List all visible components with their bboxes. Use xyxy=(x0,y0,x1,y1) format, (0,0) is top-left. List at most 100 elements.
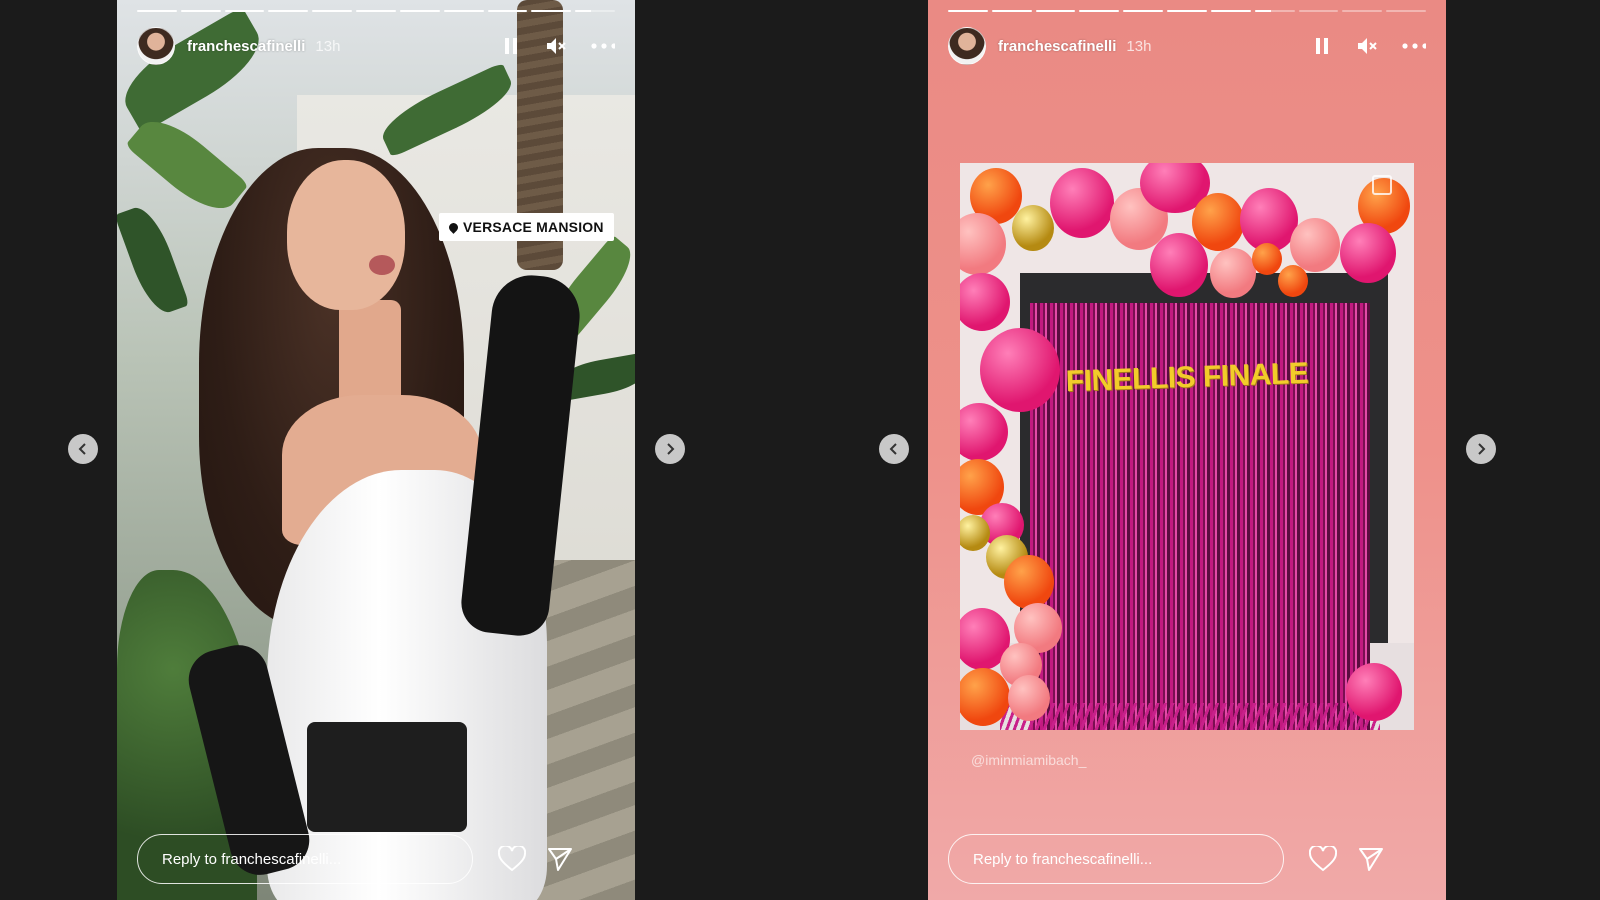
progress-segment xyxy=(1035,10,1076,12)
more-options-button[interactable] xyxy=(591,34,615,58)
progress-segment xyxy=(356,10,396,12)
progress-segment xyxy=(312,10,353,12)
black-clutch xyxy=(307,722,467,832)
pause-button[interactable] xyxy=(499,34,523,58)
progress-segment-fill xyxy=(312,10,353,12)
location-sticker[interactable]: VERSACE MANSION xyxy=(439,213,614,241)
progress-segment xyxy=(1342,10,1383,12)
progress-segment xyxy=(443,10,484,12)
balloon xyxy=(1290,218,1340,272)
progress-segment xyxy=(224,10,265,12)
balloon xyxy=(1012,205,1054,251)
progress-segment xyxy=(948,10,988,12)
mention-text[interactable]: @iminmiamibach_ xyxy=(971,752,1086,768)
share-button[interactable] xyxy=(1354,842,1388,876)
balloon xyxy=(1004,555,1054,609)
story-header: franchescafinelli 13h xyxy=(948,26,1426,66)
mute-button[interactable] xyxy=(545,34,569,58)
previous-story-button[interactable] xyxy=(68,434,98,464)
mute-button[interactable] xyxy=(1356,34,1380,58)
lips xyxy=(369,255,395,275)
progress-segment xyxy=(399,10,440,12)
reply-bar xyxy=(137,832,615,886)
chevron-left-icon xyxy=(78,443,86,455)
progress-segment-fill xyxy=(268,10,309,12)
avatar[interactable] xyxy=(948,27,986,65)
progress-segment-fill xyxy=(531,10,572,12)
progress-segment-fill xyxy=(1210,10,1251,12)
chevron-right-icon xyxy=(1478,443,1486,455)
reply-input[interactable] xyxy=(137,834,473,884)
more-options-button[interactable] xyxy=(1402,34,1426,58)
balloon xyxy=(960,515,990,551)
progress-segment-fill xyxy=(948,10,988,12)
palm-leaf xyxy=(117,201,190,319)
like-button[interactable] xyxy=(495,842,529,876)
balloon xyxy=(1150,233,1208,297)
copy-icon xyxy=(1372,175,1392,195)
timestamp: 13h xyxy=(315,37,341,55)
pause-icon xyxy=(505,38,517,54)
progress-segment-fill xyxy=(356,10,396,12)
timestamp: 13h xyxy=(1126,37,1152,55)
reply-input[interactable] xyxy=(948,834,1284,884)
muted-speaker-icon xyxy=(547,38,566,54)
heart-icon xyxy=(1309,846,1337,872)
progress-segment-fill xyxy=(1167,10,1207,12)
story-photo: FINELLIS FINALE xyxy=(960,163,1414,730)
progress-segment-fill xyxy=(1035,10,1076,12)
balloon xyxy=(960,273,1010,331)
face xyxy=(287,160,405,310)
heart-icon xyxy=(498,846,526,872)
next-story-button[interactable] xyxy=(655,434,685,464)
balloon xyxy=(1340,223,1396,283)
previous-story-button[interactable] xyxy=(879,434,909,464)
pause-button[interactable] xyxy=(1310,34,1334,58)
reply-bar xyxy=(948,832,1426,886)
progress-segment-fill xyxy=(487,10,528,12)
balloon xyxy=(1278,265,1308,297)
story-controls xyxy=(1310,34,1426,58)
progress-segment-fill xyxy=(443,10,484,12)
paper-plane-icon xyxy=(548,848,572,871)
palm-leaf xyxy=(124,107,250,223)
progress-segment xyxy=(268,10,309,12)
next-story-button[interactable] xyxy=(1466,434,1496,464)
username[interactable]: franchescafinelli xyxy=(998,38,1116,55)
progress-segment-fill xyxy=(180,10,221,12)
progress-segment xyxy=(1123,10,1164,12)
story-card-1[interactable]: VERSACE MANSION franchescafinelli 13h xyxy=(117,0,635,900)
location-label: VERSACE MANSION xyxy=(463,219,604,235)
balloon xyxy=(1252,243,1282,275)
balloon xyxy=(960,403,1008,461)
chevron-right-icon xyxy=(667,443,675,455)
balloon xyxy=(980,328,1060,412)
balloon xyxy=(1210,248,1256,298)
avatar[interactable] xyxy=(137,27,175,65)
progress-segment xyxy=(575,10,615,12)
progress-segment xyxy=(487,10,528,12)
more-options-icon xyxy=(1402,43,1426,49)
share-button[interactable] xyxy=(543,842,577,876)
location-pin-icon xyxy=(447,220,460,234)
progress-segment xyxy=(137,10,177,12)
balloon xyxy=(1050,168,1114,238)
balloon xyxy=(1008,675,1050,721)
username[interactable]: franchescafinelli xyxy=(187,38,305,55)
progress-segment xyxy=(1254,10,1295,12)
progress-segment-fill xyxy=(137,10,177,12)
balloon xyxy=(1346,663,1402,721)
progress-segment xyxy=(1167,10,1207,12)
progress-segment-fill xyxy=(575,10,592,12)
progress-segment-fill xyxy=(1123,10,1164,12)
chevron-left-icon xyxy=(889,443,897,455)
progress-segment xyxy=(991,10,1032,12)
progress-segment-fill xyxy=(991,10,1032,12)
progress-segment-fill xyxy=(1254,10,1271,12)
progress-segment-fill xyxy=(224,10,265,12)
story-card-2[interactable]: FINELLIS FINALE @iminmiamibach_ franches… xyxy=(928,0,1446,900)
more-options-icon xyxy=(591,43,615,49)
story-progress-bar xyxy=(948,10,1426,12)
like-button[interactable] xyxy=(1306,842,1340,876)
tinsel-fringe xyxy=(1000,703,1380,730)
